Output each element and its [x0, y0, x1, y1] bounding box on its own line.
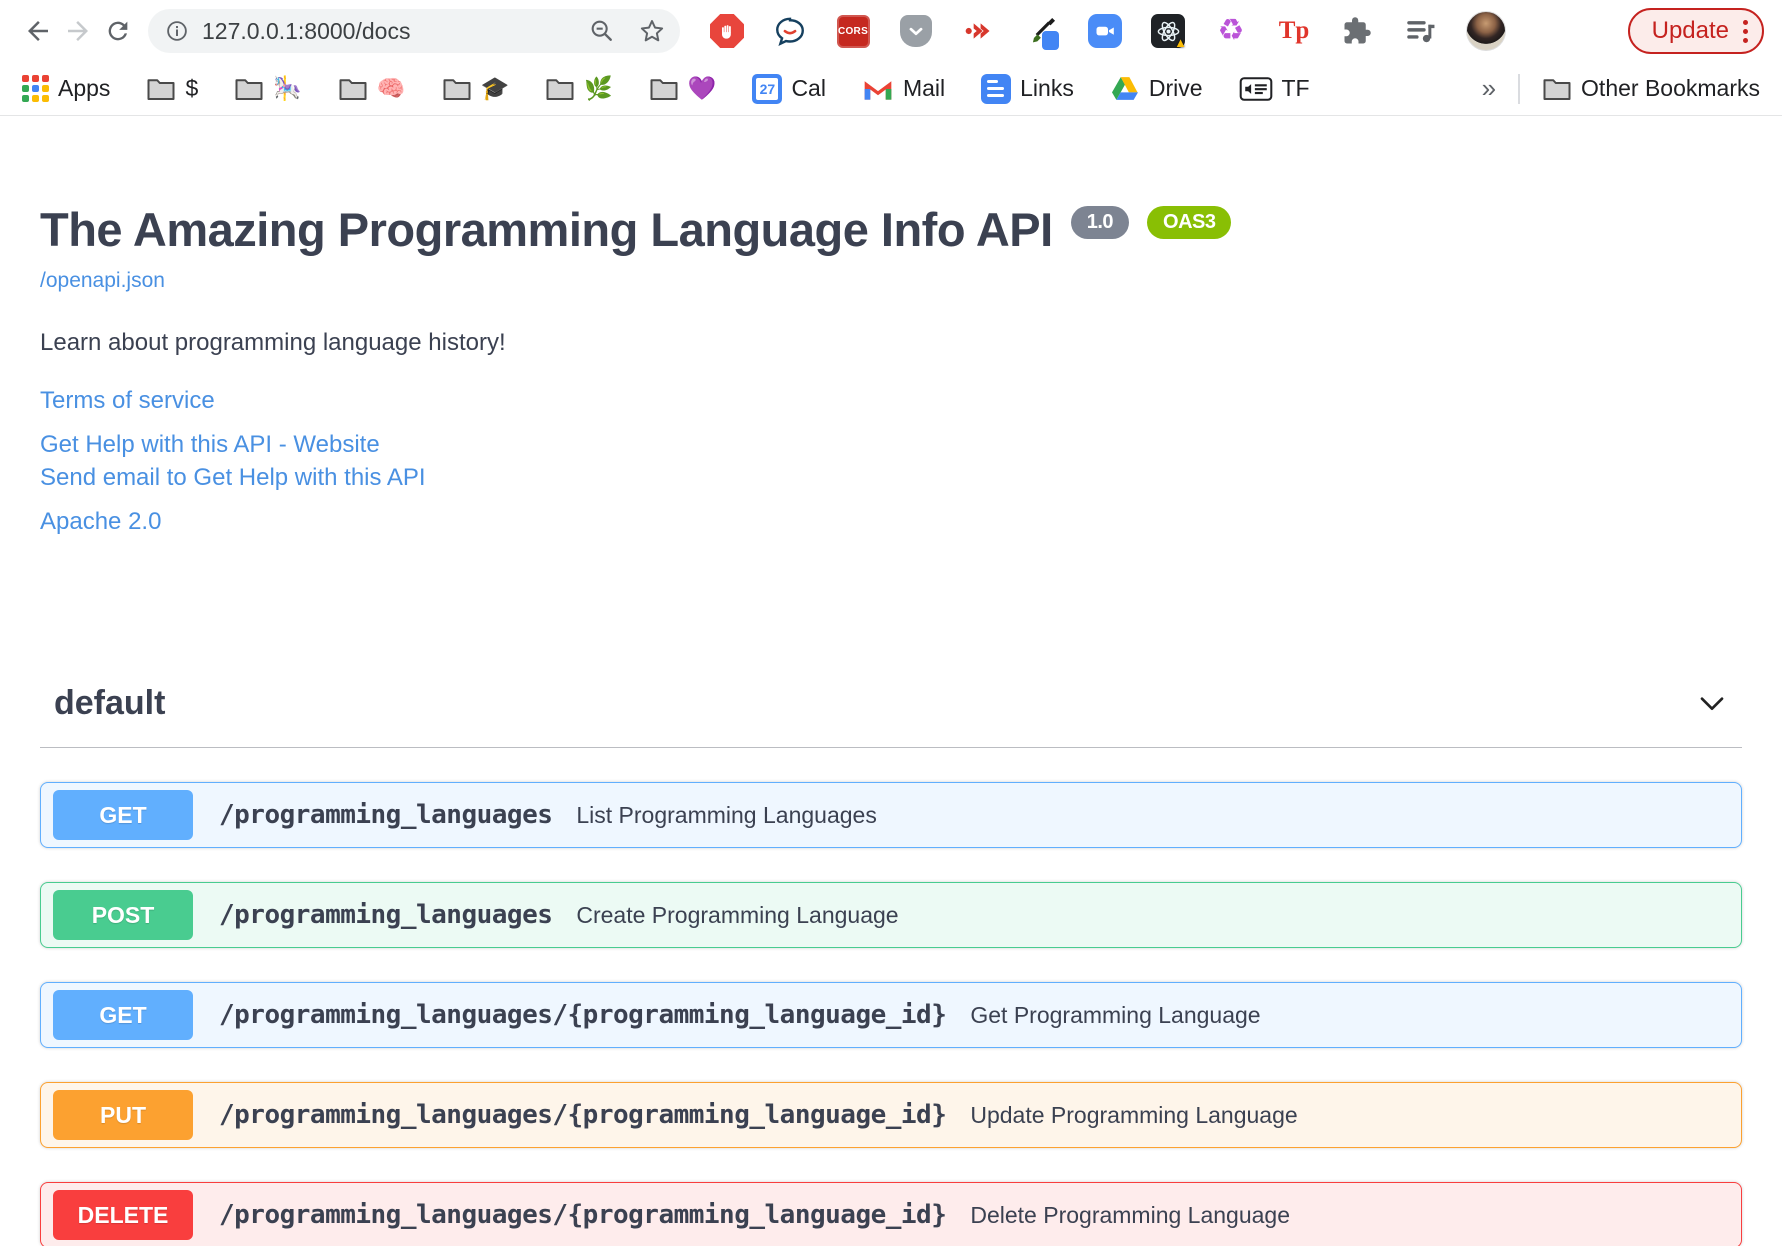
- chevron-down-icon[interactable]: [1696, 688, 1728, 720]
- license-link[interactable]: Apache 2.0: [40, 508, 161, 535]
- bookmark-apps[interactable]: Apps: [22, 75, 110, 102]
- endpoint-summary: Create Programming Language: [576, 901, 899, 928]
- update-label: Update: [1651, 17, 1729, 44]
- endpoint-summary: List Programming Languages: [576, 801, 877, 828]
- endpoint-path: /programming_languages/{programming_lang…: [219, 1000, 947, 1030]
- bookmarks-bar: Apps $ 🎠 🧠 🎓 🌿 💜 27 Cal Mail Links Drive…: [0, 62, 1782, 116]
- links-doc-icon: [981, 73, 1012, 104]
- pocket-extension-icon[interactable]: [899, 14, 933, 48]
- terms-of-service-link[interactable]: Terms of service: [40, 387, 215, 414]
- tp-extension-icon[interactable]: Tp: [1277, 14, 1311, 48]
- puzzle-extensions-icon[interactable]: [1340, 14, 1374, 48]
- bookmark-folder-carousel[interactable]: 🎠: [234, 75, 302, 102]
- bookmark-calendar[interactable]: 27 Cal: [752, 73, 826, 104]
- color-picker-extension-icon[interactable]: [1025, 14, 1059, 50]
- swagger-page: The Amazing Programming Language Info AP…: [0, 202, 1782, 1246]
- openapi-spec-link[interactable]: /openapi.json: [40, 269, 165, 293]
- chat-bubble-extension-icon[interactable]: [773, 14, 807, 48]
- bookmark-star-icon[interactable]: [638, 17, 666, 45]
- bookmark-folder-herb[interactable]: 🌿: [545, 75, 613, 102]
- site-info-icon[interactable]: [164, 18, 190, 44]
- contact-website-link[interactable]: Get Help with this API - Website: [40, 431, 380, 458]
- endpoint-path: /programming_languages: [219, 900, 553, 930]
- endpoint-path: /programming_languages/{programming_lang…: [219, 1200, 947, 1230]
- browser-toolbar: 127.0.0.1:8000/docs CORS ▲ ♻ Tp Update: [0, 0, 1782, 62]
- oas3-badge: OAS3: [1147, 206, 1232, 239]
- red-arrow-extension-icon[interactable]: [962, 14, 996, 48]
- endpoint-summary: Update Programming Language: [970, 1101, 1298, 1128]
- http-method-badge: POST: [53, 890, 193, 940]
- bookmarks-right-group: » Other Bookmarks: [1482, 73, 1760, 104]
- apps-grid-icon: [22, 75, 49, 102]
- folder-icon: [235, 78, 263, 100]
- zoom-extension-icon[interactable]: [1088, 14, 1122, 48]
- zoom-out-icon[interactable]: [588, 17, 616, 45]
- endpoint-row-list-languages[interactable]: GET /programming_languages List Programm…: [40, 782, 1742, 848]
- api-description: Learn about programming language history…: [40, 329, 506, 356]
- folder-icon: [546, 78, 574, 100]
- forward-icon[interactable]: [58, 11, 98, 51]
- bookmarks-divider: [1518, 73, 1521, 104]
- folder-icon: [147, 78, 175, 100]
- drive-icon: [1111, 76, 1138, 100]
- update-browser-button[interactable]: Update: [1627, 8, 1764, 54]
- extensions-row: CORS ▲ ♻ Tp: [710, 11, 1506, 51]
- endpoint-row-delete-language[interactable]: DELETE /programming_languages/{programmi…: [40, 1182, 1742, 1246]
- recycle-extension-icon[interactable]: ♻: [1214, 14, 1248, 48]
- folder-icon: [1543, 78, 1571, 100]
- bookmark-links[interactable]: Links: [981, 73, 1074, 104]
- tag-section-header[interactable]: default: [40, 684, 1742, 748]
- bookmark-folder-heart[interactable]: 💜: [649, 75, 716, 102]
- cors-extension-icon[interactable]: CORS: [836, 14, 870, 48]
- back-icon[interactable]: [18, 11, 58, 51]
- bookmarks-overflow-icon[interactable]: »: [1482, 73, 1496, 104]
- profile-avatar[interactable]: [1466, 11, 1506, 51]
- endpoint-path: /programming_languages: [219, 800, 553, 830]
- react-devtools-icon[interactable]: ▲: [1151, 14, 1187, 50]
- bookmark-tf[interactable]: TF: [1239, 75, 1310, 103]
- folder-icon: [443, 78, 471, 100]
- http-method-badge: PUT: [53, 1090, 193, 1140]
- version-badge: 1.0: [1070, 206, 1130, 239]
- tag-section-title: default: [54, 684, 166, 722]
- endpoint-row-create-language[interactable]: POST /programming_languages Create Progr…: [40, 882, 1742, 948]
- bookmark-drive[interactable]: Drive: [1110, 75, 1203, 103]
- bookmark-folder-grad[interactable]: 🎓: [442, 75, 509, 102]
- color-swatch: [1042, 31, 1059, 50]
- contact-email-link[interactable]: Send email to Get Help with this API: [40, 464, 426, 491]
- other-bookmarks-folder[interactable]: Other Bookmarks: [1542, 75, 1760, 102]
- bookmark-folder-brain[interactable]: 🧠: [338, 75, 406, 102]
- bookmark-folder-dollar[interactable]: $: [146, 75, 198, 102]
- http-method-badge: GET: [53, 990, 193, 1040]
- calendar-icon: 27: [752, 73, 783, 104]
- address-bar[interactable]: 127.0.0.1:8000/docs: [148, 9, 680, 53]
- endpoint-row-get-language[interactable]: GET /programming_languages/{programming_…: [40, 982, 1742, 1048]
- folder-icon: [339, 78, 367, 100]
- endpoint-summary: Get Programming Language: [970, 1001, 1261, 1028]
- adblock-icon[interactable]: [710, 14, 744, 48]
- endpoint-summary: Delete Programming Language: [970, 1201, 1291, 1228]
- folder-icon: [650, 78, 678, 100]
- tf-doc-icon: [1239, 76, 1272, 101]
- playlist-extension-icon[interactable]: [1403, 14, 1437, 48]
- url-text[interactable]: 127.0.0.1:8000/docs: [202, 18, 588, 45]
- endpoint-row-update-language[interactable]: PUT /programming_languages/{programming_…: [40, 1082, 1742, 1148]
- warning-badge-icon: ▲: [1174, 35, 1187, 50]
- http-method-badge: GET: [53, 790, 193, 840]
- page-title: The Amazing Programming Language Info AP…: [40, 202, 1742, 257]
- endpoint-path: /programming_languages/{programming_lang…: [219, 1100, 947, 1130]
- bookmark-gmail[interactable]: Mail: [862, 75, 945, 102]
- gmail-icon: [864, 80, 892, 100]
- reload-icon[interactable]: [98, 11, 138, 51]
- browser-menu-icon[interactable]: [1743, 19, 1748, 43]
- http-method-badge: DELETE: [53, 1190, 193, 1240]
